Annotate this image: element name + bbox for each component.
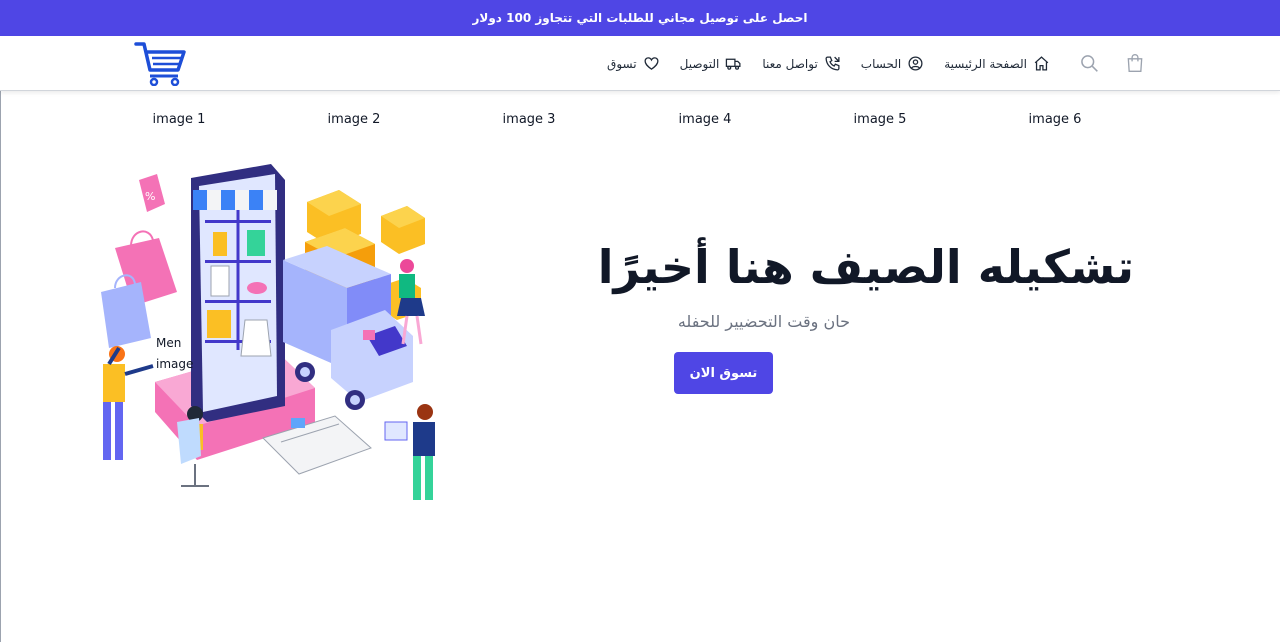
thumbnail-1[interactable]: image 1	[129, 112, 229, 127]
window-edge	[0, 0, 1, 642]
cart-logo[interactable]	[134, 40, 188, 86]
broken-image-alt: Men image	[156, 336, 194, 371]
nav-link-account-label: الحساب	[860, 56, 902, 71]
nav-links: الصفحة الرئيسية الحساب تواصل معنا التوصي…	[607, 36, 1050, 91]
thumbnail-2[interactable]: image 2	[304, 112, 404, 127]
thumbnail-4[interactable]: image 4	[655, 112, 755, 127]
hero-subtitle: حان وقت التحضيير للحفله	[677, 312, 850, 331]
navbar: الصفحة الرئيسية الحساب تواصل معنا التوصي…	[0, 36, 1280, 91]
shop-now-button[interactable]: تسوق الان	[674, 352, 773, 394]
phone-icon	[825, 56, 840, 71]
nav-link-home-label: الصفحة الرئيسية	[944, 56, 1027, 71]
svg-text:%: %	[145, 190, 155, 203]
home-icon	[1034, 56, 1049, 71]
nav-link-delivery-label: التوصيل	[679, 56, 720, 71]
thumbnail-strip: image 1 image 2 image 3 image 4 image 5 …	[0, 112, 1280, 132]
nav-link-account[interactable]: الحساب	[861, 55, 924, 72]
search-icon[interactable]	[1079, 53, 1099, 73]
nav-link-shop-label: تسوق	[607, 56, 637, 71]
shopping-bag-icon[interactable]	[1125, 53, 1145, 73]
thumbnail-5[interactable]: image 5	[830, 112, 930, 127]
nav-link-delivery[interactable]: التوصيل	[680, 55, 743, 72]
heart-icon	[644, 57, 659, 70]
thumbnail-3[interactable]: image 3	[479, 112, 579, 127]
hero-title: تشكيله الصيف هنا أخيرًا	[597, 240, 1134, 294]
shopping-illustration: %	[101, 164, 435, 500]
promo-text: احصل على توصيل مجاني للطلبات التي تتجاوز…	[472, 11, 808, 25]
nav-link-shop[interactable]: تسوق	[607, 55, 660, 72]
shop-now-label: تسوق الان	[689, 365, 758, 381]
nav-link-contact[interactable]: تواصل معنا	[762, 55, 840, 72]
user-circle-icon	[908, 56, 923, 71]
nav-link-home[interactable]: الصفحة الرئيسية	[944, 55, 1050, 72]
nav-link-contact-label: تواصل معنا	[762, 56, 818, 71]
promo-bar: احصل على توصيل مجاني للطلبات التي تتجاوز…	[0, 0, 1280, 36]
truck-icon	[726, 58, 741, 70]
thumbnail-6[interactable]: image 6	[1005, 112, 1105, 127]
